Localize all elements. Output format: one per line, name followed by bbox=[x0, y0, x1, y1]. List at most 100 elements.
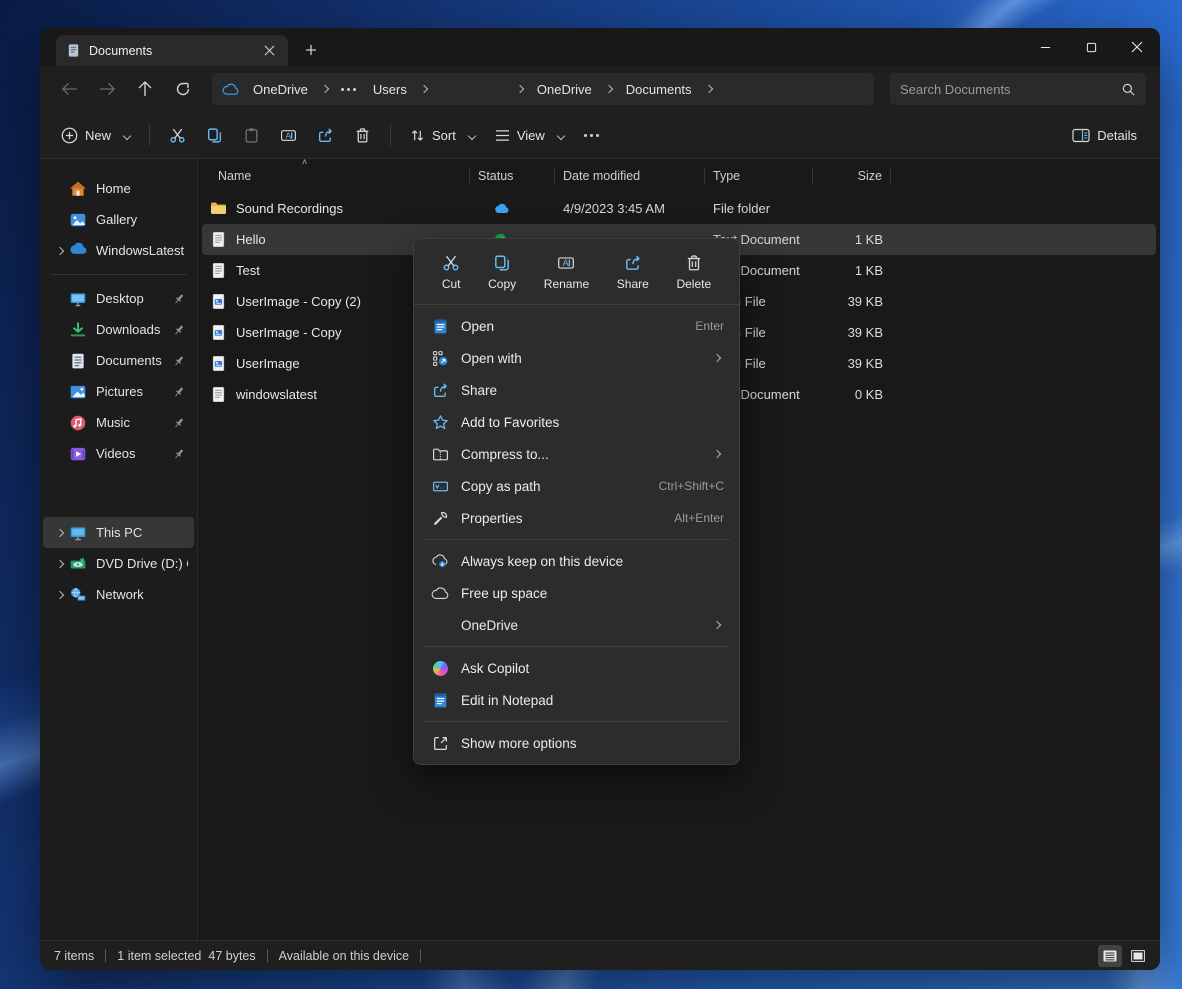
document-icon bbox=[66, 43, 81, 58]
paste-button[interactable] bbox=[234, 118, 269, 152]
menu-item-always-keep-on-device[interactable]: Always keep on this device bbox=[419, 545, 734, 577]
star-icon bbox=[431, 413, 449, 431]
up-icon[interactable] bbox=[128, 73, 162, 105]
chevron-right-icon[interactable] bbox=[516, 85, 524, 93]
chevron-expand-icon[interactable] bbox=[51, 530, 69, 536]
sidebar-item-videos[interactable]: Videos bbox=[43, 438, 194, 469]
search-input[interactable] bbox=[900, 82, 1121, 97]
column-header-date-modified[interactable]: Date modified bbox=[555, 168, 705, 184]
search-icon[interactable] bbox=[1121, 82, 1136, 97]
sidebar-divider bbox=[50, 274, 187, 275]
search-box[interactable] bbox=[890, 73, 1146, 105]
breadcrumb-item-documents[interactable]: Documents bbox=[618, 79, 700, 100]
item-count: 7 items bbox=[54, 949, 94, 963]
sidebar-item-label: DVD Drive (D:) CCC bbox=[96, 556, 188, 571]
trash-icon bbox=[354, 127, 371, 144]
copy-button[interactable] bbox=[197, 118, 232, 152]
plus-circle-icon bbox=[61, 127, 78, 144]
menu-item-free-up-space[interactable]: Free up space bbox=[419, 577, 734, 609]
chevron-right-icon[interactable] bbox=[704, 85, 712, 93]
refresh-icon[interactable] bbox=[166, 73, 200, 105]
share-icon bbox=[317, 127, 334, 144]
file-name: Test bbox=[236, 263, 260, 278]
sidebar-item-documents[interactable]: Documents bbox=[43, 345, 194, 376]
column-header-type[interactable]: Type bbox=[705, 168, 813, 184]
menu-item-ask-copilot[interactable]: Ask Copilot bbox=[419, 652, 734, 684]
breadcrumb-item-hidden[interactable] bbox=[433, 86, 511, 92]
tab-close-icon[interactable] bbox=[258, 40, 280, 62]
shortcut-label: Ctrl+Shift+C bbox=[659, 479, 724, 493]
rename-quick-button[interactable]: A Rename bbox=[536, 249, 597, 296]
menu-item-share[interactable]: Share bbox=[419, 374, 734, 406]
minimize-button[interactable] bbox=[1022, 28, 1068, 66]
file-size: 0 KB bbox=[855, 387, 883, 402]
menu-item-open-with[interactable]: Open with bbox=[419, 342, 734, 374]
sidebar-item-home[interactable]: Home bbox=[43, 173, 194, 204]
copy-quick-button[interactable]: Copy bbox=[480, 249, 524, 296]
file-row-sound-recordings[interactable]: Sound Recordings 4/9/2023 3:45 AM File f… bbox=[202, 193, 1156, 224]
network-icon bbox=[69, 586, 87, 604]
sidebar-item-label: Network bbox=[96, 587, 188, 602]
svg-text:A: A bbox=[563, 258, 569, 268]
sort-button[interactable]: Sort bbox=[401, 118, 484, 152]
details-view-toggle-icon[interactable] bbox=[1098, 945, 1122, 967]
large-icons-view-toggle-icon[interactable] bbox=[1126, 945, 1150, 967]
breadcrumb-item-users[interactable]: Users bbox=[365, 79, 415, 100]
cut-quick-button[interactable]: Cut bbox=[434, 249, 469, 296]
breadcrumb-item-onedrive-2[interactable]: OneDrive bbox=[529, 79, 600, 100]
sidebar-item-this-pc[interactable]: This PC bbox=[43, 517, 194, 548]
column-header-name[interactable]: ˄ Name bbox=[210, 168, 470, 184]
tab-documents[interactable]: Documents bbox=[56, 35, 288, 66]
delete-button[interactable] bbox=[345, 118, 380, 152]
close-button[interactable] bbox=[1114, 28, 1160, 66]
menu-item-onedrive[interactable]: OneDrive bbox=[419, 609, 734, 641]
menu-item-compress-to[interactable]: Compress to... bbox=[419, 438, 734, 470]
sidebar-item-network[interactable]: Network bbox=[43, 579, 194, 610]
breadcrumb-overflow-icon[interactable] bbox=[334, 73, 363, 105]
chevron-expand-icon[interactable] bbox=[51, 561, 69, 567]
forward-icon[interactable] bbox=[90, 73, 124, 105]
new-button[interactable]: New bbox=[52, 118, 139, 152]
share-icon bbox=[431, 381, 449, 399]
share-quick-button[interactable]: Share bbox=[609, 249, 657, 296]
file-name: UserImage - Copy (2) bbox=[236, 294, 361, 309]
menu-item-open[interactable]: Open Enter bbox=[419, 310, 734, 342]
menu-item-edit-in-notepad[interactable]: Edit in Notepad bbox=[419, 684, 734, 716]
sidebar-item-gallery[interactable]: Gallery bbox=[43, 204, 194, 235]
view-button[interactable]: View bbox=[486, 118, 573, 152]
file-size: 1 KB bbox=[855, 263, 883, 278]
sidebar-item-onedrive-windowslatest[interactable]: WindowsLatest - Pe bbox=[43, 235, 194, 266]
chevron-right-icon[interactable] bbox=[321, 85, 329, 93]
status-divider bbox=[267, 949, 268, 962]
breadcrumb-item-onedrive[interactable]: OneDrive bbox=[245, 79, 316, 100]
share-button[interactable] bbox=[308, 118, 343, 152]
sidebar-item-downloads[interactable]: Downloads bbox=[43, 314, 194, 345]
new-tab-button[interactable] bbox=[298, 37, 324, 63]
shortcut-label: Enter bbox=[695, 319, 724, 333]
chevron-right-icon[interactable] bbox=[420, 85, 428, 93]
menu-item-properties[interactable]: Properties Alt+Enter bbox=[419, 502, 734, 534]
sidebar-item-pictures[interactable]: Pictures bbox=[43, 376, 194, 407]
file-name: UserImage bbox=[236, 356, 300, 371]
sidebar-item-desktop[interactable]: Desktop bbox=[43, 283, 194, 314]
delete-quick-button[interactable]: Delete bbox=[668, 249, 719, 296]
maximize-button[interactable] bbox=[1068, 28, 1114, 66]
chevron-right-icon[interactable] bbox=[605, 85, 613, 93]
sidebar-item-dvd-drive[interactable]: DVD Drive (D:) CCC bbox=[43, 548, 194, 579]
column-header-status[interactable]: Status bbox=[470, 168, 555, 184]
cut-button[interactable] bbox=[160, 118, 195, 152]
menu-item-copy-as-path[interactable]: Copy as path Ctrl+Shift+C bbox=[419, 470, 734, 502]
menu-item-add-to-favorites[interactable]: Add to Favorites bbox=[419, 406, 734, 438]
file-name: UserImage - Copy bbox=[236, 325, 341, 340]
show-more-options-icon bbox=[431, 734, 449, 752]
column-header-size[interactable]: Size bbox=[813, 168, 891, 184]
back-icon[interactable] bbox=[52, 73, 86, 105]
menu-item-show-more-options[interactable]: Show more options bbox=[419, 727, 734, 759]
chevron-down-icon bbox=[123, 132, 131, 140]
chevron-expand-icon[interactable] bbox=[51, 248, 69, 254]
details-pane-button[interactable]: Details bbox=[1063, 118, 1146, 152]
chevron-expand-icon[interactable] bbox=[51, 592, 69, 598]
more-options-icon[interactable] bbox=[575, 118, 608, 152]
rename-button[interactable]: A bbox=[271, 118, 306, 152]
sidebar-item-music[interactable]: Music bbox=[43, 407, 194, 438]
